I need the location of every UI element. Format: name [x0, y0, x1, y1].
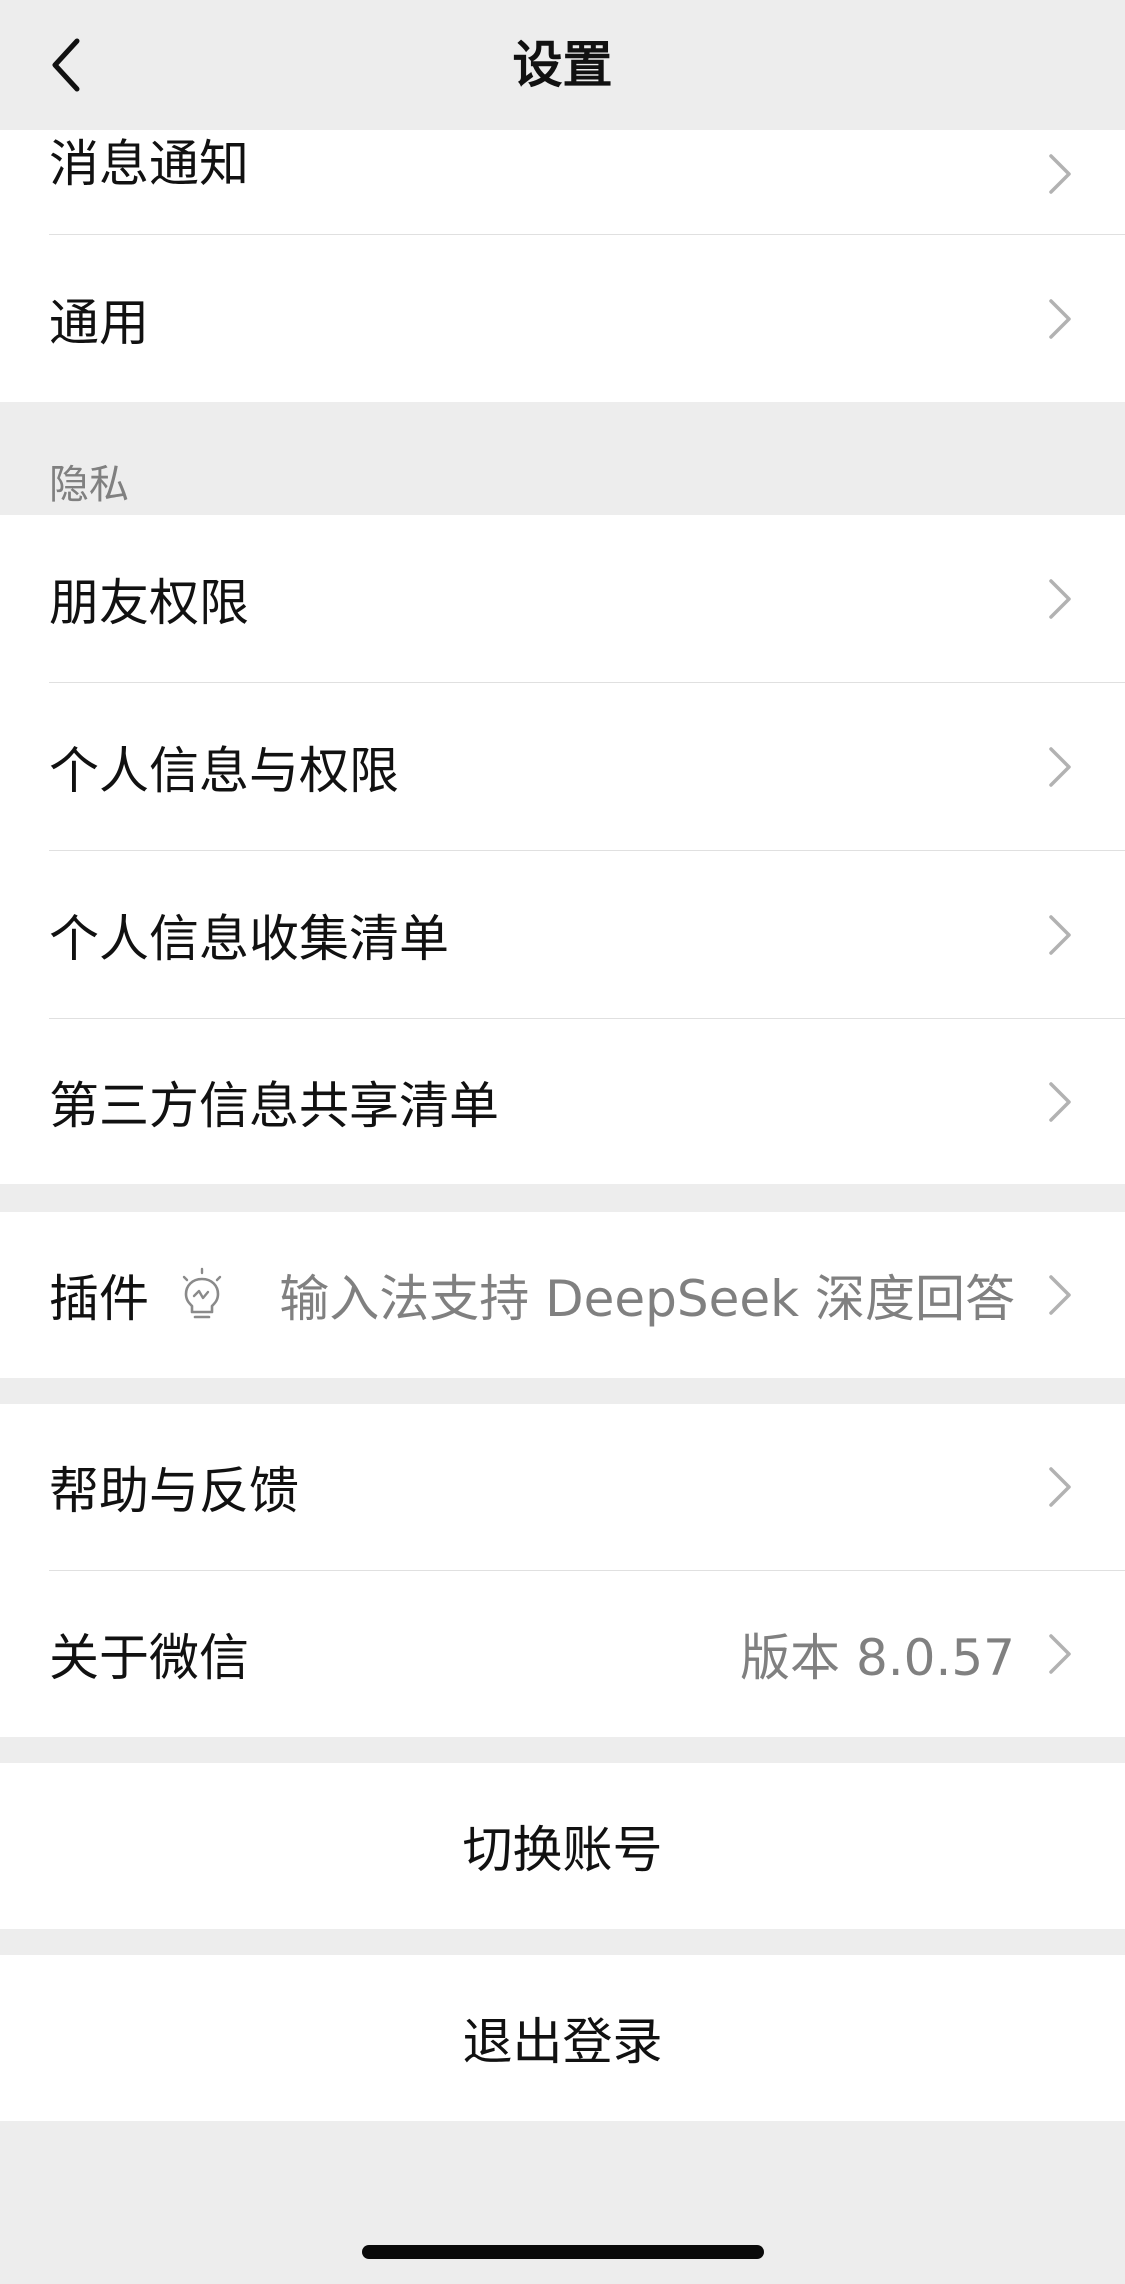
logout-button[interactable]: 退出登录: [0, 1955, 1125, 2121]
page-title: 设置: [512, 36, 613, 94]
home-indicator[interactable]: [362, 2245, 764, 2259]
row-about-wechat[interactable]: 关于微信 版本 8.0.57: [0, 1571, 1125, 1737]
row-personal-info-collection-list[interactable]: 个人信息收集清单: [0, 851, 1125, 1018]
row-personal-info-permissions[interactable]: 个人信息与权限: [0, 683, 1125, 850]
row-label: 帮助与反馈: [49, 1462, 299, 1520]
chevron-left-icon: [52, 38, 80, 92]
row-help-feedback[interactable]: 帮助与反馈: [0, 1404, 1125, 1570]
chevron-right-icon: [1049, 914, 1071, 955]
row-friend-permissions[interactable]: 朋友权限: [0, 515, 1125, 682]
chevron-right-icon: [1049, 298, 1071, 339]
row-general[interactable]: 通用: [0, 235, 1125, 402]
plugin-status-text: 输入法支持 DeepSeek 深度回答: [279, 1270, 1015, 1328]
chevron-right-icon: [1049, 154, 1071, 194]
chevron-right-icon: [1049, 1081, 1071, 1122]
logout-label: 退出登录: [462, 2013, 663, 2071]
chevron-right-icon: [1049, 578, 1071, 619]
version-text: 版本 8.0.57: [740, 1629, 1015, 1687]
row-label: 个人信息收集清单: [49, 909, 449, 968]
row-label: 通用: [49, 293, 149, 352]
row-label: 第三方信息共享清单: [49, 1076, 499, 1135]
switch-account-label: 切换账号: [462, 1821, 663, 1879]
row-label: 朋友权限: [49, 573, 249, 632]
chevron-right-icon: [1049, 1467, 1071, 1507]
switch-account-button[interactable]: 切换账号: [0, 1763, 1125, 1929]
privacy-group: 朋友权限 个人信息与权限 个人信息收集清单 第三方信息共享清单: [0, 515, 1125, 1184]
plugins-group: 插件 输入法支持 DeepSeek 深度回答: [0, 1212, 1125, 1378]
logout-group: 退出登录: [0, 1955, 1125, 2121]
row-label: 插件: [49, 1270, 149, 1328]
chevron-right-icon: [1049, 746, 1071, 787]
chevron-right-icon: [1049, 1634, 1071, 1674]
switch-account-group: 切换账号: [0, 1763, 1125, 1929]
row-label: 个人信息与权限: [49, 741, 399, 800]
navigation-bar: 设置: [0, 0, 1125, 130]
back-button[interactable]: [36, 28, 96, 102]
support-group: 帮助与反馈 关于微信 版本 8.0.57: [0, 1404, 1125, 1737]
section-header-privacy: 隐私: [49, 462, 129, 508]
row-plugins[interactable]: 插件 输入法支持 DeepSeek 深度回答: [0, 1212, 1125, 1378]
chevron-right-icon: [1049, 1275, 1071, 1315]
row-third-party-sharing-list[interactable]: 第三方信息共享清单: [0, 1019, 1125, 1184]
settings-screen: 消息通知 通用 隐私 朋友权限 个人信息与权限 个人信息收集清单 第三方信息共享…: [0, 0, 1125, 2284]
lightbulb-icon: [182, 1267, 222, 1319]
row-label: 关于微信: [49, 1629, 249, 1687]
